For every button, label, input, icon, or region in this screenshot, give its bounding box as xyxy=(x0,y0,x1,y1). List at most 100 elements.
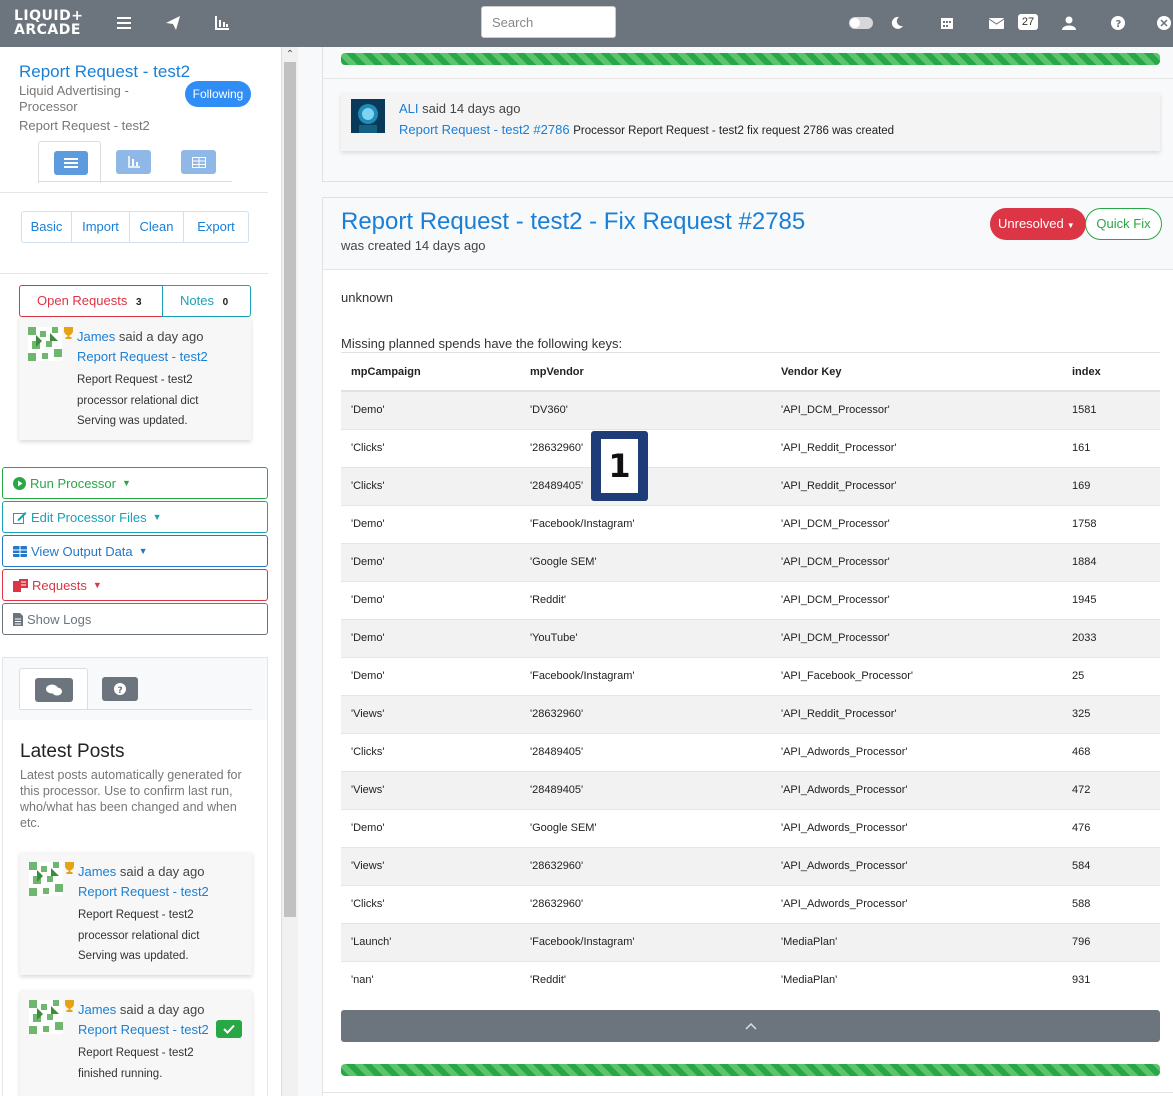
table-row: 'Demo' 'Google SEM' 'API_Adwords_Processor… xyxy=(341,808,1160,847)
following-button[interactable]: Following xyxy=(185,81,251,107)
requests-button[interactable]: Requests ▼ xyxy=(2,569,268,601)
latest-posts-description: Latest posts automatically generated for… xyxy=(20,768,242,830)
tab-notes[interactable]: Notes 0 xyxy=(162,285,251,317)
table-cell: 1945 xyxy=(1062,580,1160,619)
tab-list[interactable] xyxy=(38,141,101,183)
calendar-icon[interactable] xyxy=(936,12,958,34)
caret-down-icon: ▼ xyxy=(138,546,148,556)
processor-name: Report Request - test2 xyxy=(19,118,150,133)
table-cell: 'YouTube' xyxy=(520,618,771,657)
table-cell: 1758 xyxy=(1062,504,1160,543)
table-cell: 169 xyxy=(1062,466,1160,505)
theme-toggle[interactable] xyxy=(848,12,874,34)
note-text: Processor Report Request - test2 fix req… xyxy=(573,125,895,137)
table-cell: 'API_Facebook_Processor' xyxy=(771,656,1062,695)
search-input[interactable]: Search xyxy=(481,6,616,38)
table-cell: 161 xyxy=(1062,428,1160,467)
collapse-button[interactable] xyxy=(341,1010,1160,1042)
divider xyxy=(38,181,232,182)
messages-count-badge: 27 xyxy=(1018,14,1038,30)
note-author[interactable]: ALI xyxy=(399,101,419,116)
menu-icon[interactable] xyxy=(113,12,135,34)
table-cell: 'API_Adwords_Processor' xyxy=(771,770,1062,809)
requests-icon xyxy=(13,578,28,592)
scrollbar-thumb[interactable] xyxy=(284,62,296,917)
request-body-unknown: unknown xyxy=(341,290,394,305)
table-cell: 'Views' xyxy=(341,846,520,885)
table-cell: 'API_DCM_Processor' xyxy=(771,542,1062,581)
tab-chart[interactable] xyxy=(116,150,151,174)
post-card[interactable]: James said a day ago Report Request - te… xyxy=(20,852,252,975)
user-icon[interactable] xyxy=(1058,12,1080,34)
note-link[interactable]: Report Request - test2 #2786 xyxy=(399,122,570,137)
close-icon[interactable] xyxy=(1155,12,1173,34)
table-cell: 25 xyxy=(1062,656,1160,695)
logo[interactable]: LIQUID+ ARCADE xyxy=(14,9,90,37)
post-body: Report Request - test2 finished running. xyxy=(78,1047,194,1080)
processor-title[interactable]: Report Request - test2 xyxy=(19,62,190,82)
avatar xyxy=(29,1000,63,1034)
post-author[interactable]: James xyxy=(78,864,116,879)
table-row: 'Views' '28632960' 'API_Adwords_Processor'… xyxy=(341,846,1160,885)
table-cell: 'API_DCM_Processor' xyxy=(771,580,1062,619)
tab-chat[interactable] xyxy=(19,668,88,710)
table-cell: 'Demo' xyxy=(341,618,520,657)
post-body: Report Request - test2 processor relation… xyxy=(77,374,199,427)
table-cell: 325 xyxy=(1062,694,1160,733)
table-row: 'Views' '28489405' 'API_Adwords_Processor'… xyxy=(341,770,1160,809)
basic-button[interactable]: Basic xyxy=(22,212,72,242)
table-row: 'Demo' 'Facebook/Instagram' 'API_DCM_Proce… xyxy=(341,504,1160,543)
quick-fix-button[interactable]: Quick Fix xyxy=(1085,208,1162,240)
column-header[interactable]: mpCampaign xyxy=(341,353,520,392)
post-card[interactable]: James said a day ago Report Request - te… xyxy=(20,990,252,1096)
table-cell: 'Launch' xyxy=(341,922,520,961)
help-icon[interactable]: ? xyxy=(1107,12,1129,34)
table-cell: 'Facebook/Instagram' xyxy=(520,656,771,695)
table-cell: 'Demo' xyxy=(341,542,520,581)
view-output-data-button[interactable]: View Output Data ▼ xyxy=(2,535,268,567)
svg-text:?: ? xyxy=(1116,19,1122,30)
table-cell: 'API_DCM_Processor' xyxy=(771,390,1062,429)
envelope-icon[interactable] xyxy=(985,12,1007,34)
column-header[interactable]: index xyxy=(1062,353,1160,392)
send-icon[interactable] xyxy=(162,12,184,34)
bar-chart-icon[interactable] xyxy=(211,12,233,34)
table-cell: 'Clicks' xyxy=(341,732,520,771)
chart-icon xyxy=(127,156,140,168)
post-link[interactable]: Report Request - test2 xyxy=(78,884,209,899)
run-processor-button[interactable]: Run Processor ▼ xyxy=(2,467,268,499)
fix-request-created: was created 14 days ago xyxy=(341,238,486,253)
post-author[interactable]: James xyxy=(78,1002,116,1017)
tab-table[interactable] xyxy=(181,150,216,174)
edit-processor-files-button[interactable]: Edit Processor Files ▼ xyxy=(2,501,268,533)
status-dropdown[interactable]: Unresolved ▼ xyxy=(990,208,1086,240)
clean-button[interactable]: Clean xyxy=(130,212,184,242)
import-button[interactable]: Import xyxy=(72,212,130,242)
table-cell: 'API_DCM_Processor' xyxy=(771,504,1062,543)
open-request-card[interactable]: James said a day ago Report Request - te… xyxy=(19,317,251,440)
table-cell: 'API_Reddit_Processor' xyxy=(771,694,1062,733)
export-button[interactable]: Export xyxy=(184,212,248,242)
post-link[interactable]: Report Request - test2 xyxy=(78,1022,209,1037)
post-author[interactable]: James xyxy=(77,329,115,344)
fix-request-title[interactable]: Report Request - test2 - Fix Request #27… xyxy=(341,208,805,236)
table-row: 'Clicks' '28489405' 'API_Adwords_Processor… xyxy=(341,732,1160,771)
divider xyxy=(19,709,252,710)
tab-open-requests[interactable]: Open Requests 3 xyxy=(19,285,163,317)
file-icon xyxy=(13,612,23,626)
moon-icon[interactable] xyxy=(886,12,908,34)
table-cell: 'API_Adwords_Processor' xyxy=(771,732,1062,771)
avatar xyxy=(351,99,385,133)
question-icon: ? xyxy=(114,683,126,695)
show-logs-button[interactable]: Show Logs xyxy=(2,603,268,635)
tab-help[interactable]: ? xyxy=(102,677,138,701)
table-cell: '28632960' xyxy=(520,694,771,733)
column-header[interactable]: mpVendor xyxy=(520,353,771,392)
note-card[interactable]: ALI said 14 days ago Report Request - te… xyxy=(341,93,1160,151)
table-cell: 468 xyxy=(1062,732,1160,771)
scroll-up-arrow[interactable]: ⌃ xyxy=(284,49,296,61)
post-link[interactable]: Report Request - test2 xyxy=(77,349,208,364)
column-header[interactable]: Vendor Key xyxy=(771,353,1062,392)
table-row: 'Demo' 'Google SEM' 'API_DCM_Processor' 188… xyxy=(341,542,1160,581)
trophy-icon xyxy=(64,327,73,339)
